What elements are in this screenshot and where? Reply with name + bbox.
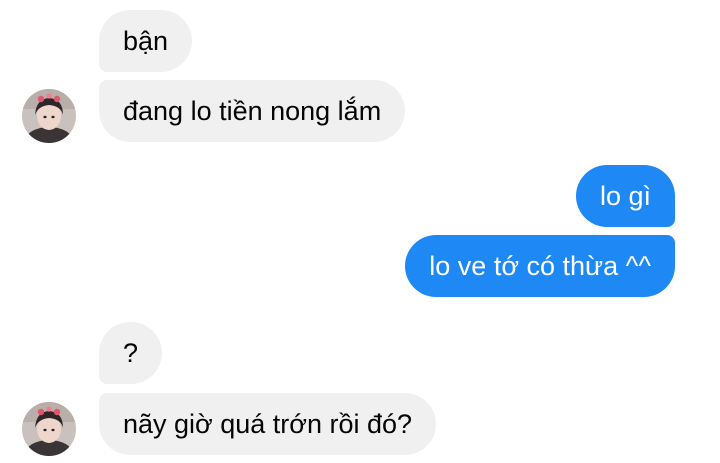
outgoing-message-bubble[interactable]: lo gì [575, 165, 675, 227]
outgoing-message-bubble[interactable]: lo ve tớ có thừa ^^ [405, 235, 675, 297]
avatar-photo-icon [22, 89, 76, 143]
message-text: đang lo tiền nong lắm [123, 95, 382, 126]
incoming-message-bubble[interactable]: ? [99, 322, 163, 384]
incoming-message-bubble[interactable]: bận [99, 10, 193, 72]
avatar-photo-icon [22, 402, 76, 456]
message-text: ? [123, 337, 139, 368]
contact-avatar[interactable] [22, 402, 76, 456]
message-text: bận [123, 25, 169, 56]
incoming-message-bubble[interactable]: đang lo tiền nong lắm [99, 80, 406, 142]
message-text: lo gì [599, 180, 651, 211]
message-text: nãy giờ quá trớn rồi đó? [123, 408, 413, 439]
message-text: lo ve tớ có thừa ^^ [429, 250, 651, 281]
incoming-message-bubble[interactable]: nãy giờ quá trớn rồi đó? [99, 393, 437, 455]
contact-avatar[interactable] [22, 89, 76, 143]
